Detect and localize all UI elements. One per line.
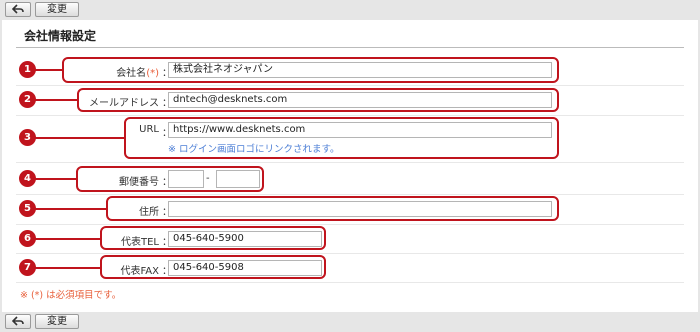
callout-badge-5: 5: [19, 200, 36, 217]
row-divider: [16, 162, 684, 163]
settings-panel: 会社情報設定 会社名(*) ： 株式会社ネオジャパン メールアドレス ： dnt…: [2, 20, 698, 312]
callout-badge-7: 7: [19, 259, 36, 276]
callout-badge-1: 1: [19, 61, 36, 78]
callout-leader-4: [32, 178, 76, 180]
row-divider: [16, 115, 684, 116]
callout-leader-5: [32, 208, 106, 210]
row-divider: [16, 194, 684, 195]
callout-badge-2: 2: [19, 91, 36, 108]
callout-outline-3: [124, 117, 559, 159]
callout-badge-6: 6: [19, 230, 36, 247]
change-button[interactable]: 変更: [35, 314, 79, 329]
back-button[interactable]: [5, 2, 31, 17]
required-footnote: ※ (*) は必須項目です。: [20, 290, 122, 301]
callout-outline-2: [77, 88, 559, 112]
back-button[interactable]: [5, 314, 31, 329]
callout-leader-6: [32, 238, 100, 240]
row-divider: [16, 253, 684, 254]
row-divider: [16, 224, 684, 225]
callout-outline-5: [106, 196, 559, 221]
callout-leader-7: [32, 267, 100, 269]
top-toolbar: 変更: [0, 0, 700, 20]
back-arrow-icon: [11, 316, 24, 326]
section-title: 会社情報設定: [24, 29, 97, 43]
callout-leader-3: [32, 137, 124, 139]
callout-outline-1: [62, 57, 559, 83]
callout-leader-2: [32, 99, 77, 101]
callout-badge-4: 4: [19, 170, 36, 187]
back-arrow-icon: [11, 4, 24, 14]
callout-outline-6: [100, 226, 326, 250]
row-divider: [16, 85, 684, 86]
callout-badge-3: 3: [19, 129, 36, 146]
row-divider: [16, 282, 684, 283]
title-divider: [16, 47, 684, 48]
callout-outline-7: [100, 255, 326, 279]
callout-leader-1: [32, 69, 62, 71]
callout-outline-4: [76, 166, 264, 192]
change-button[interactable]: 変更: [35, 2, 79, 17]
bottom-toolbar: 変更: [0, 312, 700, 332]
